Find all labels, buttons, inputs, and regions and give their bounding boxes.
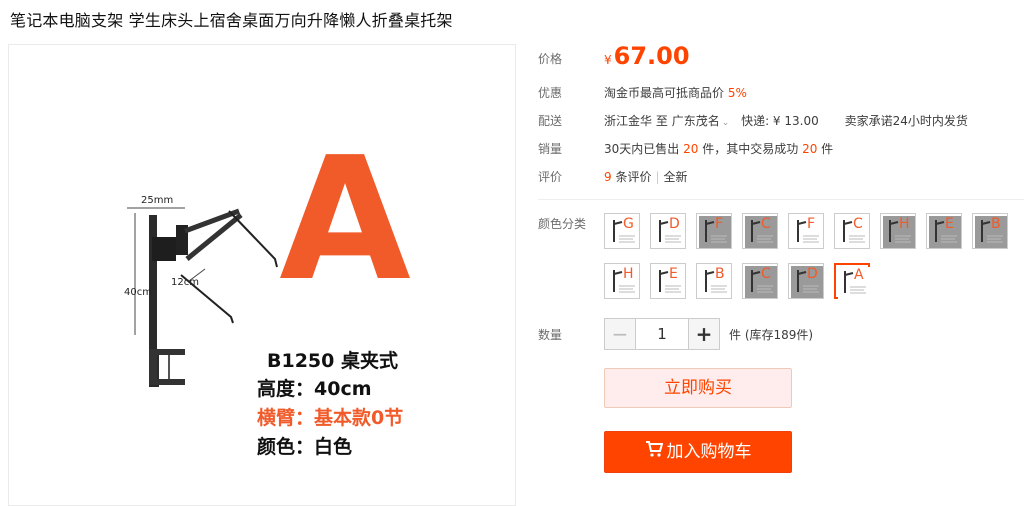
add-to-cart-button[interactable]: 加入购物车 <box>604 431 792 473</box>
promo-text: 淘金币最高可抵商品价 <box>604 86 725 100</box>
swatch-letter: E <box>945 216 954 232</box>
stock-text: 件 (库存189件) <box>729 328 814 342</box>
price-value: ¥67.00 <box>604 42 690 70</box>
condition-new: 全新 <box>663 170 688 184</box>
chevron-down-icon: ⌄ <box>721 118 730 128</box>
promo-percent: 5% <box>727 86 747 100</box>
dim-width-label: 25mm <box>141 195 173 206</box>
add-to-cart-label: 加入购物车 <box>666 442 752 462</box>
color-swatch-d[interactable]: D <box>650 213 686 249</box>
dim-arm-label: 12cm <box>171 277 199 288</box>
swatch-letter: D <box>807 266 818 282</box>
color-swatch-e[interactable]: E <box>926 213 962 249</box>
quantity-increase-button[interactable]: + <box>688 318 720 350</box>
swatch-letter: A <box>854 267 864 283</box>
swatch-letter: F <box>807 216 816 232</box>
quantity-decrease-button[interactable]: − <box>604 318 636 350</box>
shipping-from: 浙江金华 <box>604 114 653 128</box>
color-swatch-h[interactable]: H <box>880 213 916 249</box>
color-swatch-h[interactable]: H <box>604 263 640 299</box>
color-swatch-f[interactable]: F <box>788 213 824 249</box>
color-swatch-e[interactable]: E <box>650 263 686 299</box>
shipping-promise: 卖家承诺24小时内发货 <box>844 114 968 128</box>
color-swatch-d[interactable]: D <box>788 263 824 299</box>
price-currency: ¥ <box>604 53 612 67</box>
dim-height-label: 40cm <box>124 287 152 298</box>
swatch-letter: B <box>715 266 725 282</box>
swatch-letter: D <box>669 216 680 232</box>
sales-label: 销量 <box>538 142 563 156</box>
color-swatch-c[interactable]: C <box>834 213 870 249</box>
swatch-letter: C <box>853 216 863 232</box>
promo-value: 淘金币最高可抵商品价 5% <box>604 84 747 101</box>
swatch-letter: F <box>715 216 724 232</box>
review-count[interactable]: 9 <box>604 170 612 184</box>
big-letter-a: A <box>279 121 411 319</box>
product-info: 价格 ¥67.00 优惠 淘金币最高可抵商品价 5% 配送 浙江金华 至 广东茂… <box>538 0 1024 493</box>
buy-now-button[interactable]: 立即购买 <box>604 368 792 408</box>
shipping-to: 广东茂名 <box>671 114 720 128</box>
reviews-value: 9 条评价 | 全新 <box>604 170 688 184</box>
swatch-letter: B <box>991 216 1001 232</box>
shipping-express: 快递: ¥ 13.00 <box>741 114 819 128</box>
product-image: A 25mm 40cm 12cm B1250 桌夹式 高度：40cm 横臂：基本… <box>8 44 516 506</box>
color-swatch-b[interactable]: B <box>972 213 1008 249</box>
spec-arm: 横臂：基本款0节 <box>257 406 403 429</box>
swatch-letter: H <box>899 216 910 232</box>
color-swatch-c[interactable]: C <box>742 213 778 249</box>
quantity-label: 数量 <box>538 328 563 342</box>
divider <box>538 199 1024 200</box>
buy-now-label: 立即购买 <box>664 378 732 398</box>
sales-value: 30天内已售出 20 件，其中交易成功 20 件 <box>604 140 833 157</box>
spec-color: 颜色：白色 <box>257 435 352 458</box>
shopping-cart-icon <box>645 432 663 472</box>
sales-suffix: 件 <box>821 142 834 156</box>
spec-height: 高度：40cm <box>257 377 372 400</box>
shipping-destination[interactable]: 广东茂名 ⌄ <box>672 114 730 128</box>
promo-label: 优惠 <box>538 86 563 100</box>
sales-prefix: 30天内已售出 <box>604 142 680 156</box>
color-label: 颜色分类 <box>538 217 587 231</box>
color-swatch-f[interactable]: F <box>696 213 732 249</box>
color-swatch-g[interactable]: G <box>604 213 640 249</box>
sales-success-count: 20 <box>802 142 818 156</box>
price-amount: 67.00 <box>613 42 690 70</box>
review-count-suffix[interactable]: 条评价 <box>615 170 651 184</box>
sales-sold-count: 20 <box>683 142 699 156</box>
price-label: 价格 <box>538 52 563 66</box>
product-title: 笔记本电脑支架 学生床头上宿舍桌面万向升降懒人折叠桌托架 <box>10 11 453 30</box>
swatch-letter: E <box>669 266 678 282</box>
swatch-letter: H <box>623 266 634 282</box>
shipping-value: 浙江金华 至 广东茂名 ⌄ 快递: ¥ 13.00 卖家承诺24小时内发货 <box>604 112 968 129</box>
model-label: B1250 桌夹式 <box>267 349 398 372</box>
shipping-to-word: 至 <box>655 114 668 128</box>
swatch-letter: C <box>761 266 771 282</box>
color-swatch-b[interactable]: B <box>696 263 732 299</box>
reviews-label: 评价 <box>538 170 563 184</box>
shipping-label: 配送 <box>538 114 563 128</box>
swatch-letter: C <box>761 216 771 232</box>
quantity-input[interactable]: 1 <box>635 318 689 350</box>
swatch-letter: G <box>623 216 634 232</box>
stand-drawing <box>149 208 278 387</box>
sales-middle: 件，其中交易成功 <box>702 142 799 156</box>
color-swatch-c[interactable]: C <box>742 263 778 299</box>
color-swatch-a[interactable]: A <box>834 263 870 299</box>
